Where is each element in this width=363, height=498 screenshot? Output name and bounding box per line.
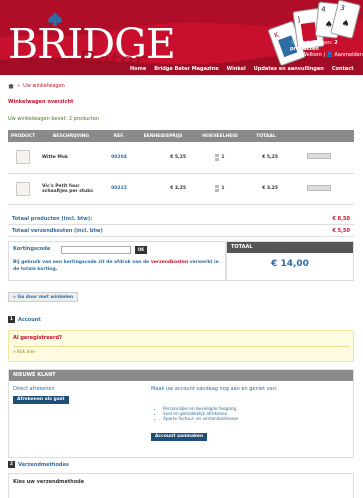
breadcrumb-current: Uw winkelwagen (23, 83, 65, 89)
table-row: Vic's Petit four schaaltjes per stuks 00… (8, 173, 354, 205)
coupon-note: Bij gebruik van een kortingscode zit de … (13, 259, 223, 273)
step-number: 1 (8, 316, 15, 323)
table-row: Witte Mok 00204 € 5,25 1 € 5,25 (8, 142, 354, 174)
account-title: Account (18, 316, 41, 323)
create-account-text: Maak uw account vandaag nog aan en genie… (151, 386, 278, 392)
header-cart[interactable]: 🛒 Winkelwagen: 2 producten (290, 40, 363, 52)
delete-button[interactable] (307, 153, 331, 160)
shipping-total-label: Totaal verzendkosten (incl. btw) (12, 227, 103, 234)
products-total-row: Totaal producten (incl. btw): € 8,50 (8, 213, 354, 225)
page-title: Winkelwagen overzicht (8, 99, 74, 105)
user-icon: 👤 (326, 52, 333, 58)
product-description[interactable]: Witte Mok (38, 142, 104, 174)
coupon-section: Kortingscode OK Bij gebruik van een kort… (8, 241, 226, 281)
list-item: Aparte factuur- en verzendadressen (163, 416, 238, 421)
coupon-note-text: Bij gebruik van een kortingscode zit de … (13, 260, 150, 265)
step-number: 2 (8, 461, 15, 468)
shipping-method-box: Kies uw verzendmethode (8, 473, 354, 498)
product-thumbnail-mug[interactable] (16, 150, 30, 165)
coupon-label: Kortingscode (13, 246, 51, 252)
col-unit-price: EENHEIDSPRIJS (134, 130, 192, 142)
grand-total-amount: € 14,00 (271, 259, 309, 269)
products-total-label: Totaal producten (incl. btw): (12, 215, 93, 222)
nav-item-shop[interactable]: Winkel (227, 66, 246, 72)
continue-shopping-button[interactable]: « Ga door met winkelen (8, 292, 79, 302)
product-unit-price: € 3,25 (134, 173, 192, 205)
quantity-arrows-icon[interactable] (215, 153, 220, 161)
registered-box: Al geregistreerd? » Klik hier (8, 330, 354, 362)
grand-total-box: TOTAAL € 14,00 (226, 241, 354, 281)
nav-item-home[interactable]: Home (130, 66, 146, 72)
direct-checkout-label: Direct afrekenen (13, 386, 55, 392)
grand-total-label: TOTAAL (227, 242, 353, 253)
product-total: € 5,25 (248, 142, 284, 174)
login-here-link[interactable]: » Klik hier (13, 350, 349, 355)
product-ref: 00222 (104, 173, 134, 205)
shipping-choose-label: Kies uw verzendmethode (13, 479, 85, 485)
cart-table: PRODUCT BESCHRIJVING REF. EENHEIDSPRIJS … (8, 130, 354, 205)
site-header: BRIDGE Beter K J 4 ♠ 3 ♠ 🛒 Winkelwagen: 2 … (0, 0, 363, 75)
login-link[interactable]: Aanmelden (334, 52, 362, 58)
product-description[interactable]: Vic's Petit four schaaltjes per stuks (38, 173, 104, 205)
main-nav: Home Bridge Beter Magazine Winkel Update… (130, 66, 354, 72)
col-quantity: HOEVEELHEID (192, 130, 248, 142)
new-customer-box: NIEUWE KLANT Direct afrekenen Afrekenen … (8, 369, 354, 458)
quantity-stepper[interactable]: 1 (215, 185, 225, 192)
welcome-text: Welkom (302, 52, 322, 58)
product-ref: 00204 (104, 142, 134, 174)
col-actions (284, 130, 354, 142)
account-section-title: 1 Account (8, 316, 41, 323)
shipping-total-row: Totaal verzendkosten (incl. btw) € 5,50 (8, 225, 354, 237)
coupon-note-highlight: verzendkosten (150, 260, 189, 265)
benefits-list: Persoonlijke en beveiligde toegang Snel … (157, 406, 238, 421)
quantity-stepper[interactable]: 1 (215, 153, 225, 161)
quantity-value: 1 (221, 186, 225, 191)
cart-summary-text: Uw winkelwagen bevat: 2 producten (8, 116, 100, 122)
shipping-total-amount: € 5,50 (332, 227, 350, 234)
products-total-amount: € 8,50 (332, 215, 350, 222)
cart-totals: Totaal producten (incl. btw): € 8,50 Tot… (8, 213, 354, 237)
col-ref: REF. (104, 130, 134, 142)
header-login: Welkom | 👤 Aanmelden (302, 52, 363, 58)
quantity-arrows-icon[interactable] (215, 185, 220, 192)
shipping-title: Verzendmethodes (18, 461, 69, 468)
col-product: PRODUCT (8, 130, 38, 142)
breadcrumb: » Uw winkelwagen (8, 83, 65, 89)
guest-checkout-button[interactable]: Afrekenen als gast (13, 396, 69, 404)
nav-item-updates[interactable]: Updates en aanvullingen (254, 66, 324, 72)
col-total: TOTAAL (248, 130, 284, 142)
registered-question: Al geregistreerd? (13, 335, 63, 341)
breadcrumb-separator: » (17, 83, 21, 89)
delete-button[interactable] (307, 184, 331, 191)
product-unit-price: € 5,25 (134, 142, 192, 174)
coupon-ok-button[interactable]: OK (135, 246, 147, 254)
nav-item-contact[interactable]: Contact (332, 66, 354, 72)
quantity-value: 1 (221, 154, 225, 160)
product-thumbnail-dishes[interactable] (16, 181, 30, 196)
table-header-row: PRODUCT BESCHRIJVING REF. EENHEIDSPRIJS … (8, 130, 354, 142)
nav-item-magazine[interactable]: Bridge Beter Magazine (154, 66, 218, 72)
new-customer-header: NIEUWE KLANT (9, 370, 353, 381)
col-description: BESCHRIJVING (38, 130, 104, 142)
coupon-input[interactable] (61, 246, 131, 254)
shipping-section-title: 2 Verzendmethodes (8, 461, 69, 468)
create-account-button[interactable]: Account aanmaken (151, 433, 208, 441)
playing-cards-decoration: K J 4♠ 3♠ (268, 0, 361, 66)
product-total: € 3,25 (248, 173, 284, 205)
home-icon[interactable] (8, 83, 14, 89)
